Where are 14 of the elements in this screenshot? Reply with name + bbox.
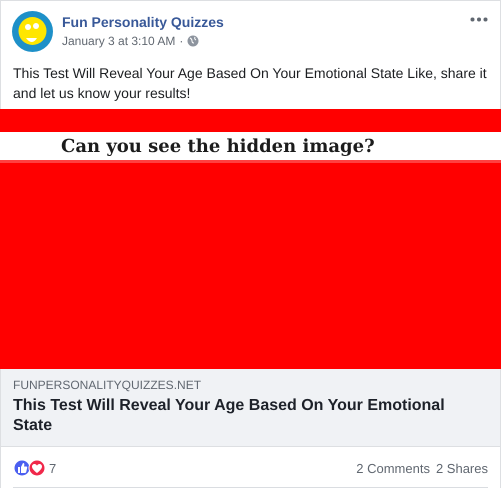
link-title[interactable]: This Test Will Reveal Your Age Based On Your Emotional State: [13, 396, 488, 436]
timestamp-link[interactable]: January 3 at 3:10 AM: [62, 34, 176, 48]
globe-icon: [187, 35, 200, 47]
post-text: This Test Will Reveal Your Age Based On Your Emotional State Like, share it and let us know your results!: [12, 64, 488, 103]
comments-link[interactable]: 2 Comments: [356, 460, 430, 476]
page-name-link[interactable]: Fun Personality Quizzes: [62, 14, 461, 31]
reaction-count[interactable]: 7: [49, 460, 350, 476]
separator: ·: [179, 34, 184, 48]
link-preview[interactable]: FUNPERSONALITYQUIZZES.NET This Test Will Reveal Your Age Based On Your Emotional State: [1, 369, 500, 447]
shares-link[interactable]: 2 Shares: [436, 460, 488, 476]
avatar-icon[interactable]: [12, 11, 53, 52]
link-domain: FUNPERSONALITYQUIZZES.NET: [13, 377, 202, 393]
image-caption: Can you see the hidden image?: [61, 136, 375, 157]
more-options-icon[interactable]: [470, 17, 488, 22]
